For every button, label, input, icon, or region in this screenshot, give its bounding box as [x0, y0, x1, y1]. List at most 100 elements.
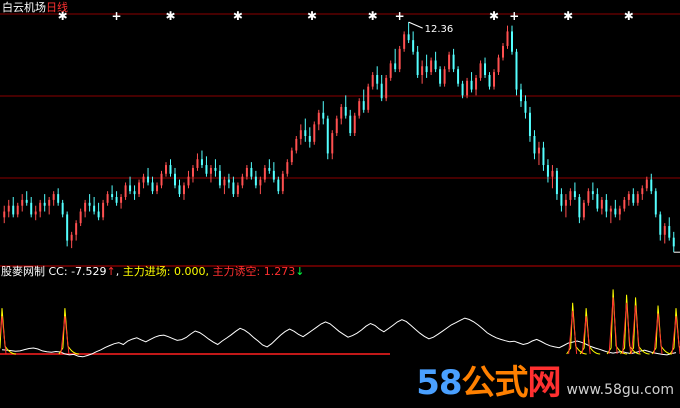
- lure-spike: [568, 310, 578, 355]
- candle-body: [115, 197, 118, 203]
- candle-body: [165, 165, 168, 174]
- period-label: 日线: [46, 1, 68, 14]
- candle-body: [416, 51, 419, 75]
- candle-body: [147, 176, 150, 183]
- candle-body: [70, 234, 73, 241]
- candle-body: [317, 112, 320, 125]
- candle-body: [542, 147, 545, 166]
- candle-body: [43, 202, 46, 206]
- candle-body: [156, 185, 159, 192]
- candle-body: [344, 106, 347, 116]
- candle-body: [25, 199, 28, 203]
- candle-body: [182, 185, 185, 195]
- lure-label: 主力诱空:: [212, 265, 261, 278]
- candle-body: [138, 182, 141, 195]
- candle-body: [659, 214, 662, 235]
- candle-body: [506, 31, 509, 46]
- candle-body: [308, 136, 311, 142]
- candle-body: [200, 159, 203, 166]
- candle-body: [484, 63, 487, 75]
- candle-body: [236, 185, 239, 195]
- candle-body: [564, 199, 567, 206]
- star-marker-icon: ✱: [489, 9, 499, 23]
- candle-body: [519, 89, 522, 102]
- candle-body: [124, 185, 127, 197]
- candle-body: [349, 115, 352, 134]
- indicator-legend: 股麥网制 CC: -7.529↑, 主力进场: 0.000, 主力诱空: 1.2…: [1, 265, 305, 278]
- star-marker-icon: ✱: [233, 9, 243, 23]
- candle-body: [57, 194, 60, 203]
- candle-body: [367, 86, 370, 110]
- candle-body: [582, 202, 585, 218]
- candle-body: [371, 75, 374, 87]
- price-grid: [0, 13, 680, 267]
- candle-body: [461, 83, 464, 96]
- candle-body: [614, 208, 617, 215]
- candle-body: [636, 194, 639, 203]
- candle-body: [223, 179, 226, 186]
- candle-body: [335, 118, 338, 134]
- candle-body: [286, 162, 289, 174]
- candle-body: [84, 202, 87, 212]
- star-marker-icon: ✱: [307, 9, 317, 23]
- candle-body: [218, 170, 221, 186]
- candle-body: [443, 69, 446, 84]
- candle-body: [497, 57, 500, 73]
- plus-marker-icon: +: [395, 9, 405, 23]
- indicator-title: 股麥网制: [1, 265, 45, 278]
- candle-body: [304, 130, 307, 136]
- candle-body: [61, 202, 64, 215]
- candle-body: [16, 205, 19, 215]
- candle-body: [466, 80, 469, 96]
- candle-body: [111, 194, 114, 197]
- candle-body: [232, 182, 235, 195]
- candle-body: [39, 202, 42, 212]
- lure-arrow-icon: ↓: [295, 265, 305, 278]
- candle-body: [668, 226, 671, 238]
- candle-body: [21, 199, 24, 206]
- candle-body: [425, 66, 428, 73]
- candle-body: [241, 176, 244, 186]
- candle-body: [555, 170, 558, 195]
- plus-marker-icon: +: [112, 9, 122, 23]
- candle-body: [457, 69, 460, 84]
- watermark-gongshi: 公式: [461, 363, 529, 403]
- candle-body: [385, 77, 388, 99]
- candle-body: [353, 115, 356, 134]
- candle-body: [609, 208, 612, 212]
- chart-header: 白云机场日线: [2, 1, 68, 14]
- candle-body: [254, 176, 257, 186]
- candle-body: [654, 191, 657, 215]
- enter-spike: [669, 308, 680, 355]
- watermark-wang: 网: [527, 363, 562, 403]
- candle-body: [75, 223, 78, 235]
- candle-body: [290, 150, 293, 163]
- candle-body: [214, 167, 217, 171]
- lure-spike: [653, 313, 663, 355]
- candle-body: [380, 83, 383, 99]
- star-marker-icon: ✱: [165, 9, 175, 23]
- candle-body: [160, 173, 163, 186]
- candle-body: [470, 80, 473, 90]
- cc-value: -7.529: [71, 265, 107, 278]
- candle-body: [93, 205, 96, 212]
- candle-body: [632, 194, 635, 203]
- candle-body: [448, 54, 451, 70]
- candle-body: [120, 197, 123, 203]
- star-marker-icon: ✱: [624, 9, 634, 23]
- candle-body: [272, 170, 275, 180]
- candle-body: [475, 77, 478, 90]
- candle-body: [663, 226, 666, 235]
- candle-body: [142, 176, 145, 183]
- candle-body: [587, 191, 590, 203]
- cc-label: CC:: [48, 265, 68, 278]
- enter-value: 0.000,: [173, 265, 209, 278]
- candle-body: [245, 167, 248, 177]
- candle-body: [322, 112, 325, 119]
- candle-body: [169, 165, 172, 174]
- lure-value: 1.273: [263, 265, 296, 278]
- candle-body: [515, 51, 518, 90]
- candle-body: [479, 63, 482, 78]
- candle-body: [376, 75, 379, 84]
- candle-body: [331, 133, 334, 154]
